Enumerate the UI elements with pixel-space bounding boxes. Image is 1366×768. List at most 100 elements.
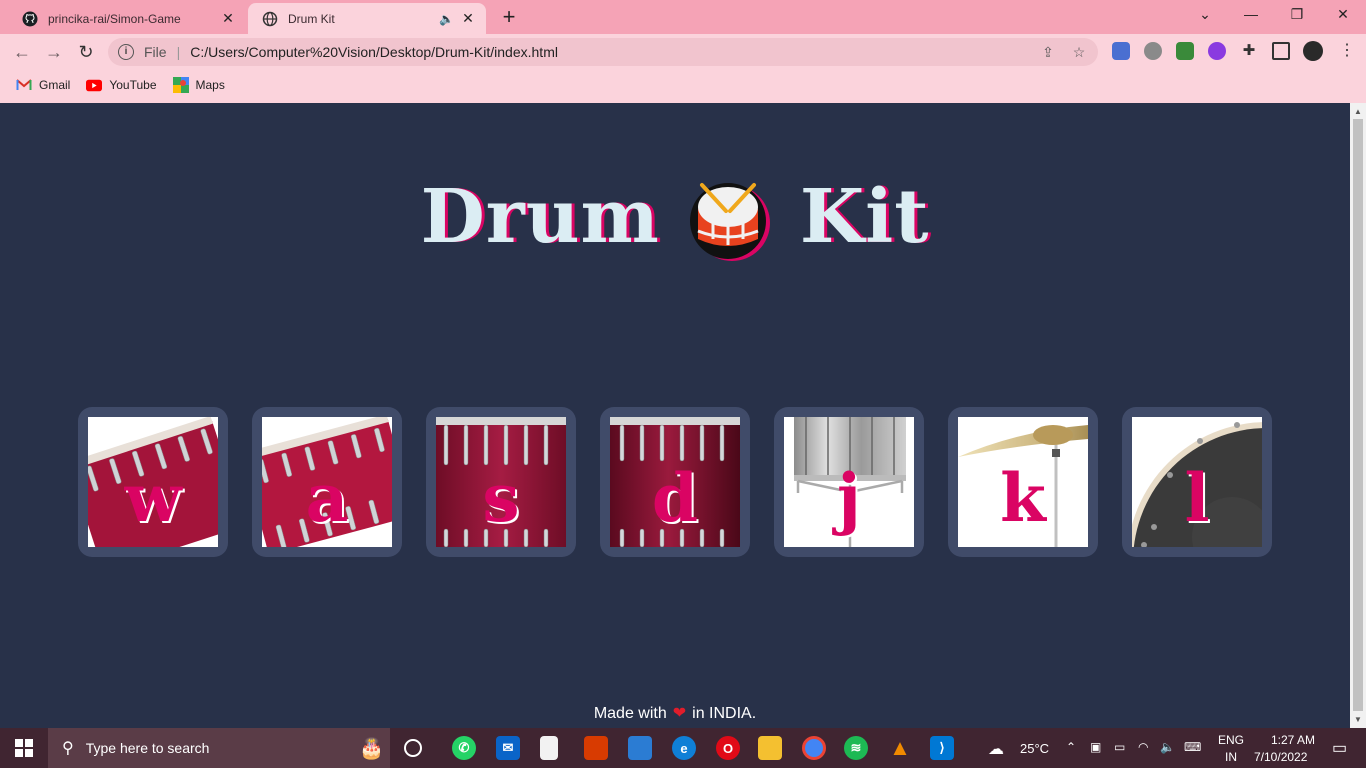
mail-icon[interactable]: ✉ (496, 736, 520, 760)
weather-temp[interactable]: 25°C (1020, 741, 1049, 756)
tab-title: Drum Kit (288, 11, 335, 26)
whatsapp-icon[interactable]: ✆ (452, 736, 476, 760)
title-word-drum: Drum (420, 174, 660, 260)
windows-logo-icon (15, 739, 33, 757)
drum-kit-page: Drum Kit w a s d j k l Made with ❤ in IN… (0, 103, 1350, 728)
drum-button-d[interactable]: d (610, 417, 740, 547)
drum-tile-k: k (948, 407, 1098, 557)
close-window-button[interactable]: ✕ (1320, 6, 1366, 23)
wifi-icon[interactable]: ◠ (1138, 740, 1148, 754)
scroll-thumb[interactable] (1353, 119, 1363, 711)
extensions-puzzle-icon[interactable]: ✚ (1240, 42, 1258, 60)
clock-date[interactable]: 7/10/2022 (1254, 750, 1307, 764)
bookmark-youtube[interactable]: YouTube (86, 77, 157, 93)
drum-button-l[interactable]: l (1132, 417, 1262, 547)
side-panel-icon[interactable] (1272, 42, 1290, 60)
bookmark-star-icon[interactable]: ☆ (1071, 44, 1087, 60)
restore-button[interactable]: ❐ (1274, 6, 1320, 23)
shield-extension-icon[interactable] (1112, 42, 1130, 60)
clock-time[interactable]: 1:27 AM (1271, 733, 1315, 747)
bookmark-gmail[interactable]: Gmail (16, 77, 70, 93)
info-icon[interactable]: i (118, 44, 134, 60)
drum-tile-s: s (426, 407, 576, 557)
drum-tile-l: l (1122, 407, 1272, 557)
chrome-icon[interactable] (802, 736, 826, 760)
drum-tile-w: w (78, 407, 228, 557)
meet-now-icon[interactable]: ▣ (1090, 740, 1101, 754)
speaker-icon[interactable]: 🔈 (439, 12, 454, 26)
bookmark-label: Gmail (39, 78, 71, 92)
volume-icon[interactable]: 🔈 (1160, 740, 1175, 754)
scroll-up-arrow-icon[interactable]: ▲ (1354, 107, 1362, 116)
youtube-icon (86, 77, 103, 93)
key-label: a (305, 459, 349, 537)
start-button[interactable] (0, 728, 48, 768)
windows-taskbar: ⚲ Type here to search 🎂 ✆ ✉ e O ≋ ▲ ⟩ ☁ … (0, 728, 1366, 768)
spotify-icon[interactable]: ≋ (844, 736, 868, 760)
taskbar-search-box[interactable]: ⚲ Type here to search 🎂 (48, 728, 390, 768)
drum-button-s[interactable]: s (436, 417, 566, 547)
tab-search-chevron-icon[interactable]: ⌄ (1182, 6, 1228, 23)
weather-icon[interactable]: ☁ (988, 739, 1004, 759)
edge-icon[interactable]: e (672, 736, 696, 760)
system-tray: ☁ 25°C ⌃ ▣ ▭ ◠ 🔈 ⌨ ENG IN 1:27 AM 7/10/2… (988, 728, 1366, 768)
region-indicator[interactable]: IN (1225, 750, 1237, 764)
url-text[interactable]: C:/Users/Computer%20Vision/Desktop/Drum-… (190, 44, 558, 60)
tab-title: princika-rai/Simon-Game (48, 11, 181, 26)
office-icon[interactable] (584, 736, 608, 760)
notifications-icon[interactable]: ▭ (1332, 738, 1347, 758)
minimize-button[interactable]: — (1228, 6, 1274, 22)
drum-button-k[interactable]: k (958, 417, 1088, 547)
cortana-icon[interactable] (404, 739, 422, 757)
search-placeholder: Type here to search (85, 740, 210, 756)
scroll-down-arrow-icon[interactable]: ▼ (1354, 715, 1362, 724)
tab-strip: princika-rai/Simon-Game ✕ Drum Kit 🔈 ✕ +… (0, 0, 1366, 34)
page-title: Drum Kit (0, 171, 1350, 263)
drum-emoji-icon (689, 183, 770, 261)
drum-button-w[interactable]: w (88, 417, 218, 547)
address-bar[interactable]: i File | C:/Users/Computer%20Vision/Desk… (108, 38, 1098, 66)
tab-simon-game[interactable]: princika-rai/Simon-Game ✕ (8, 3, 246, 34)
profile-avatar[interactable] (1303, 41, 1323, 61)
bookmark-label: Maps (195, 78, 225, 92)
battery-icon[interactable]: ▭ (1114, 740, 1125, 754)
search-highlight-icon[interactable]: 🎂 (359, 736, 384, 761)
new-tab-button[interactable]: + (498, 6, 520, 28)
tree-extension-icon[interactable] (1176, 42, 1194, 60)
chevron-up-icon[interactable]: ⌃ (1066, 740, 1076, 754)
drum-button-a[interactable]: a (262, 417, 392, 547)
share-icon[interactable]: ⇪ (1040, 44, 1056, 60)
reload-button[interactable]: ↻ (74, 40, 98, 64)
notepad-icon[interactable] (540, 736, 558, 760)
close-tab-icon[interactable]: ✕ (460, 10, 476, 27)
vertical-scrollbar[interactable]: ▲ ▼ (1350, 103, 1366, 728)
purple-extension-icon[interactable] (1208, 42, 1226, 60)
menu-kebab-icon[interactable]: ⋮ (1338, 42, 1356, 60)
key-label: k (1000, 459, 1046, 537)
key-label: l (1184, 459, 1210, 537)
forward-button[interactable]: → (42, 40, 66, 64)
this-pc-icon[interactable] (628, 736, 652, 760)
back-button[interactable]: ← (10, 40, 34, 64)
vlc-icon[interactable]: ▲ (888, 735, 912, 760)
footer-suffix: in INDIA. (692, 705, 757, 722)
close-tab-icon[interactable]: ✕ (220, 10, 236, 27)
tab-drum-kit[interactable]: Drum Kit 🔈 ✕ (248, 3, 486, 34)
language-indicator[interactable]: ENG (1218, 733, 1244, 747)
browser-chrome: princika-rai/Simon-Game ✕ Drum Kit 🔈 ✕ +… (0, 0, 1366, 103)
key-label: j (837, 459, 861, 537)
divider: | (176, 44, 181, 60)
drum-button-j[interactable]: j (784, 417, 914, 547)
maps-icon (172, 77, 189, 93)
vscode-icon[interactable]: ⟩ (930, 736, 954, 760)
bug-extension-icon[interactable] (1144, 42, 1162, 60)
keyboard-icon[interactable]: ⌨ (1184, 740, 1201, 754)
drum-tile-a: a (252, 407, 402, 557)
bookmark-maps[interactable]: Maps (172, 77, 225, 93)
scheme-label: File (144, 44, 167, 60)
file-explorer-icon[interactable] (758, 736, 782, 760)
search-icon: ⚲ (62, 740, 74, 757)
title-word-kit: Kit (799, 174, 930, 260)
gmail-icon (16, 77, 32, 93)
opera-icon[interactable]: O (716, 736, 740, 760)
